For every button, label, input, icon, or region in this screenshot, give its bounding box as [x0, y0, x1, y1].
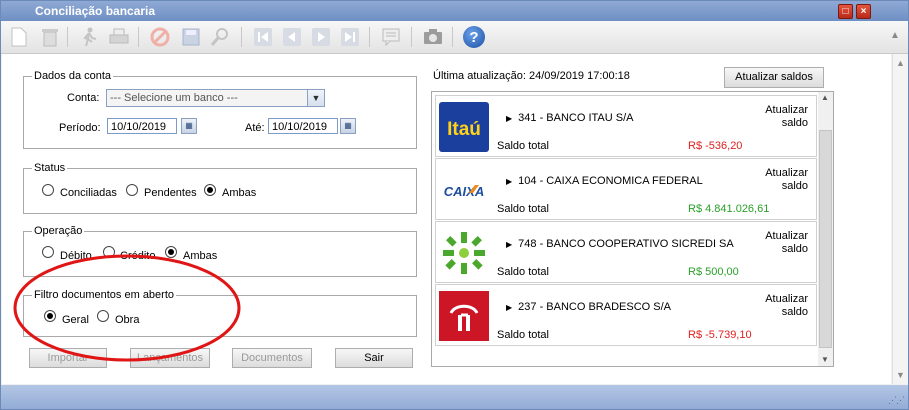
caixa-logo-text: CAIXA — [444, 184, 484, 199]
next-record-icon[interactable] — [309, 25, 333, 49]
search-icon[interactable] — [208, 25, 232, 49]
window-title: Conciliação bancaria — [35, 4, 156, 18]
atualizar-saldo-link[interactable]: Atualizar saldo — [748, 104, 808, 130]
radio-debito-label: Débito — [60, 250, 92, 262]
radio-credito-label: Crédito — [120, 250, 156, 262]
radio-geral-label: Geral — [62, 314, 89, 326]
radio-conciliadas[interactable] — [42, 184, 54, 196]
status-bar: ⋰⋰ — [1, 385, 908, 409]
radio-operacao-ambas[interactable] — [165, 246, 177, 258]
bank-name: ▶ 341 - BANCO ITAU S/A — [506, 112, 634, 124]
atualizar-saldo-link[interactable]: Atualizar saldo — [748, 167, 808, 193]
maximize-button[interactable]: □ — [838, 4, 853, 19]
sicredi-logo — [439, 228, 489, 278]
filtro-group: Filtro documentos em aberto — [23, 289, 417, 337]
chevron-down-icon[interactable]: ▼ — [896, 370, 905, 380]
new-document-icon[interactable] — [7, 25, 31, 49]
chevron-down-icon[interactable]: ▼ — [821, 355, 829, 364]
conciliacao-window: Conciliação bancaria □ × ? ▲ Dados da co… — [0, 0, 909, 410]
first-record-icon[interactable] — [251, 25, 275, 49]
ate-label: Até: — [245, 122, 265, 134]
bank-card[interactable]: ▶ 748 - BANCO COOPERATIVO SICREDI SA Sald… — [435, 221, 817, 283]
chevron-up-icon[interactable]: ▲ — [821, 93, 829, 102]
title-bar[interactable]: Conciliação bancaria □ × — [1, 1, 908, 21]
help-icon[interactable]: ? — [463, 26, 485, 48]
run-icon[interactable] — [77, 25, 101, 49]
cancel-icon[interactable] — [148, 25, 172, 49]
saldo-value: R$ -536,20 — [688, 140, 743, 152]
save-icon[interactable] — [179, 25, 203, 49]
itau-logo: Itaú — [439, 102, 489, 152]
radio-status-ambas-label: Ambas — [222, 187, 257, 199]
bank-card[interactable]: ▶ 237 - BANCO BRADESCO S/A Saldo total R$… — [435, 284, 817, 346]
sair-button[interactable]: Sair — [335, 348, 413, 368]
toolbar: ? ▲ — [1, 21, 908, 54]
calendar-icon[interactable]: ▦ — [181, 118, 197, 134]
radio-pendentes-label: Pendentes — [144, 187, 197, 199]
status-legend: Status — [34, 162, 66, 174]
conta-select-value: --- Selecione um banco --- — [110, 92, 238, 104]
radio-pendentes[interactable] — [126, 184, 138, 196]
saldo-value: R$ 4.841.026,61 — [688, 203, 770, 215]
periodo-label: Período: — [59, 122, 101, 134]
toolbar-scroll-up-icon[interactable]: ▲ — [890, 30, 900, 41]
operacao-legend: Operação — [34, 225, 83, 237]
conta-label: Conta: — [67, 92, 100, 104]
ultima-atualizacao-text: Última atualização: 24/09/2019 17:00:18 — [433, 70, 630, 82]
calendar-icon[interactable]: ▦ — [340, 118, 356, 134]
trash-icon[interactable] — [38, 25, 62, 49]
importar-button[interactable]: Importar — [29, 348, 107, 368]
bank-list-scrollbar[interactable]: ▲ ▼ — [818, 92, 833, 366]
scrollbar-thumb[interactable] — [819, 130, 832, 348]
dados-conta-group: Dados da conta — [23, 70, 417, 149]
bradesco-logo — [439, 291, 489, 341]
bank-name: ▶ 748 - BANCO COOPERATIVO SICREDI SA — [506, 238, 734, 250]
bank-card[interactable]: Itaú ▶ 341 - BANCO ITAU S/A Saldo total R… — [435, 95, 817, 157]
comment-icon[interactable] — [379, 25, 403, 49]
printer-icon[interactable] — [107, 25, 131, 49]
radio-status-ambas[interactable] — [204, 184, 216, 196]
caixa-logo: CAIXA — [439, 165, 489, 215]
atualizar-saldo-link[interactable]: Atualizar saldo — [748, 230, 808, 256]
radio-debito[interactable] — [42, 246, 54, 258]
chevron-up-icon[interactable]: ▲ — [896, 58, 905, 68]
atualizar-saldo-link[interactable]: Atualizar saldo — [748, 293, 808, 319]
radio-conciliadas-label: Conciliadas — [60, 187, 117, 199]
saldo-value: R$ 500,00 — [688, 266, 739, 278]
camera-icon[interactable] — [421, 25, 445, 49]
saldo-label: Saldo total — [497, 140, 549, 152]
bank-list: Itaú ▶ 341 - BANCO ITAU S/A Saldo total R… — [431, 91, 834, 367]
documentos-button[interactable]: Documentos — [232, 348, 312, 368]
radio-credito[interactable] — [103, 246, 115, 258]
periodo-ate-input[interactable]: 10/10/2019 — [268, 118, 338, 134]
saldo-label: Saldo total — [497, 203, 549, 215]
saldo-label: Saldo total — [497, 329, 549, 341]
radio-obra-label: Obra — [115, 314, 140, 326]
resize-grip-icon[interactable]: ⋰⋰ — [888, 395, 905, 406]
saldo-label: Saldo total — [497, 266, 549, 278]
chevron-down-icon[interactable]: ▼ — [307, 90, 324, 106]
radio-operacao-ambas-label: Ambas — [183, 250, 218, 262]
close-window-button[interactable]: × — [856, 4, 871, 19]
bank-card[interactable]: CAIXA ▶ 104 - CAIXA ECONOMICA FEDERAL Sal… — [435, 158, 817, 220]
periodo-de-input[interactable]: 10/10/2019 — [107, 118, 177, 134]
filtro-legend: Filtro documentos em aberto — [34, 289, 175, 301]
radio-obra[interactable] — [97, 310, 109, 322]
bank-name: ▶ 104 - CAIXA ECONOMICA FEDERAL — [506, 175, 703, 187]
bank-name: ▶ 237 - BANCO BRADESCO S/A — [506, 301, 671, 313]
last-record-icon[interactable] — [338, 25, 362, 49]
previous-record-icon[interactable] — [280, 25, 304, 49]
atualizar-saldos-button[interactable]: Atualizar saldos — [724, 67, 824, 88]
radio-geral[interactable] — [44, 310, 56, 322]
dados-conta-legend: Dados da conta — [34, 70, 112, 82]
conta-select[interactable]: --- Selecione um banco --- ▼ — [106, 89, 325, 107]
lancamentos-button[interactable]: Lançamentos — [130, 348, 210, 368]
window-scrollbar[interactable]: ▲ ▼ — [892, 54, 908, 384]
itau-logo-text: Itaú — [447, 119, 481, 140]
saldo-value: R$ -5.739,10 — [688, 329, 752, 341]
